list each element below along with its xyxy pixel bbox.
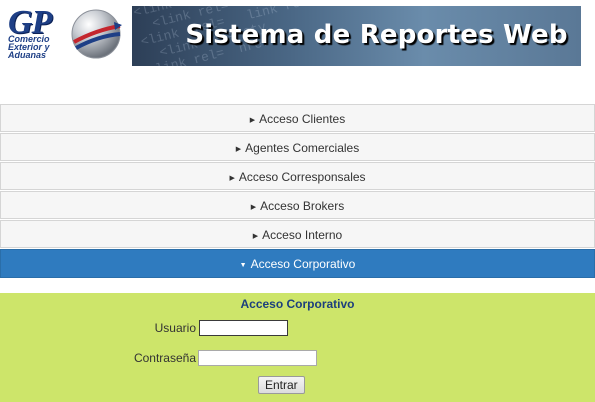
menu-item-label: Acceso Corporativo (250, 257, 356, 271)
menu-item-acceso-corresponsales[interactable]: ▶ Acceso Corresponsales (0, 162, 595, 190)
caret-right-icon: ▶ (250, 204, 257, 211)
page-header: GP Comercio Exterior y Aduanas <link rel… (0, 0, 595, 75)
header-banner: <link rel= stylesheet <link rel= href= <… (132, 6, 581, 66)
caret-down-icon: ▼ (239, 262, 247, 269)
password-input[interactable] (198, 350, 317, 366)
menu-item-label: Acceso Interno (262, 228, 343, 242)
password-label: Contraseña (133, 351, 196, 365)
caret-right-icon: ▶ (252, 233, 259, 240)
login-panel: Acceso Corporativo Usuario Contraseña En… (0, 293, 595, 402)
user-input[interactable] (199, 320, 288, 336)
caret-right-icon: ▶ (229, 175, 235, 182)
menu-item-label: Acceso Brokers (260, 199, 345, 213)
menu-item-acceso-clientes[interactable]: ▶ Acceso Clientes (0, 104, 595, 132)
banner-title: Sistema de Reportes Web (185, 20, 568, 50)
menu-item-acceso-corporativo[interactable]: ▼ Acceso Corporativo (0, 249, 595, 278)
company-logo: GP Comercio Exterior y Aduanas (4, 4, 122, 68)
access-menu: ▶ Acceso Clientes ▶ Agentes Comerciales ▶ A… (0, 104, 595, 279)
menu-item-label: Agentes Comerciales (245, 141, 360, 155)
menu-item-acceso-interno[interactable]: ▶ Acceso Interno (0, 220, 595, 248)
menu-item-agentes-comerciales[interactable]: ▶ Agentes Comerciales (0, 133, 595, 161)
caret-right-icon: ▶ (235, 146, 242, 153)
menu-item-label: Acceso Clientes (259, 112, 346, 126)
logo-subtitle: Comercio Exterior y Aduanas (8, 34, 50, 60)
menu-item-acceso-brokers[interactable]: ▶ Acceso Brokers (0, 191, 595, 219)
globe-icon (71, 9, 122, 59)
login-panel-title: Acceso Corporativo (240, 297, 355, 311)
submit-button[interactable]: Entrar (258, 376, 305, 394)
menu-item-label: Acceso Corresponsales (238, 170, 366, 184)
caret-right-icon: ▶ (249, 117, 256, 124)
user-label: Usuario (154, 321, 196, 335)
